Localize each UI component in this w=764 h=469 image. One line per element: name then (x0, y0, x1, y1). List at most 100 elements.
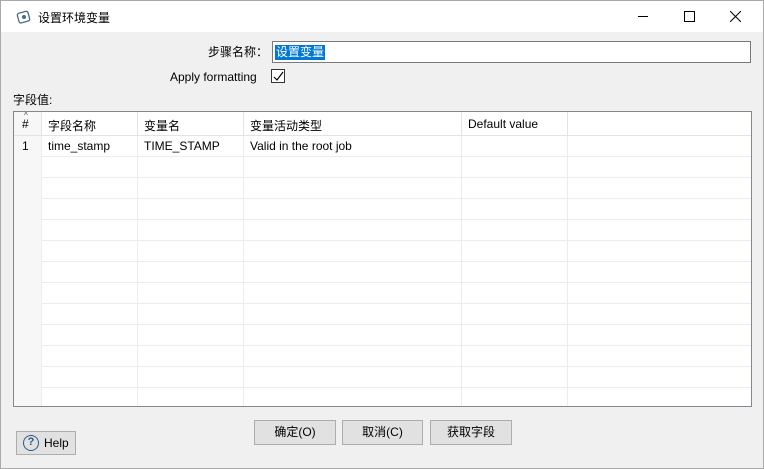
empty-cell (568, 283, 751, 304)
empty-cell (462, 283, 568, 304)
empty-cell (14, 241, 42, 262)
table-body: 1 time_stamp TIME_STAMP Valid in the roo… (14, 136, 751, 406)
empty-cell (138, 157, 244, 178)
empty-cell (42, 178, 138, 199)
empty-cell (244, 262, 462, 283)
empty-cell (244, 325, 462, 346)
empty-cell (568, 262, 751, 283)
empty-cell (42, 388, 138, 406)
empty-cell (42, 304, 138, 325)
empty-cell (14, 157, 42, 178)
empty-cell (568, 325, 751, 346)
sort-caret-icon: ^ (24, 111, 28, 120)
empty-cell (568, 304, 751, 325)
empty-cell (14, 325, 42, 346)
empty-cell (244, 346, 462, 367)
column-header-variable-scope[interactable]: 变量活动类型 (244, 112, 462, 136)
empty-cell (138, 325, 244, 346)
empty-cell (138, 367, 244, 388)
step-name-label: 步骤名称： (208, 45, 269, 59)
fields-label: 字段值: (13, 93, 53, 107)
empty-cell (244, 241, 462, 262)
empty-cell (568, 346, 751, 367)
empty-cell (138, 199, 244, 220)
empty-cell (42, 199, 138, 220)
column-header-field-name[interactable]: 字段名称 (42, 112, 138, 136)
empty-cell (14, 346, 42, 367)
empty-table-row (14, 388, 751, 406)
empty-cell (244, 283, 462, 304)
checkmark-icon (273, 71, 284, 81)
empty-cell (244, 304, 462, 325)
empty-cell (138, 283, 244, 304)
help-icon: ? (23, 435, 39, 451)
column-header-default-value[interactable]: Default value (462, 112, 568, 136)
empty-cell (14, 367, 42, 388)
empty-table-row (14, 220, 751, 241)
close-button[interactable] (712, 1, 758, 32)
empty-cell (138, 220, 244, 241)
step-name-value: 设置变量 (275, 45, 326, 60)
variable-scope-cell[interactable]: Valid in the root job (244, 136, 462, 157)
field-name-cell[interactable]: time_stamp (42, 136, 138, 157)
column-header-variable-name[interactable]: 变量名 (138, 112, 244, 136)
empty-cell (568, 157, 751, 178)
help-label: Help (44, 436, 69, 450)
empty-cell (568, 136, 751, 157)
empty-rows (14, 157, 751, 406)
empty-table-row (14, 199, 751, 220)
empty-cell (568, 199, 751, 220)
empty-table-row (14, 241, 751, 262)
empty-table-row (14, 178, 751, 199)
empty-cell (244, 199, 462, 220)
empty-cell (568, 367, 751, 388)
fields-table[interactable]: ^ # 字段名称 变量名 变量活动类型 Default value 1 time… (13, 111, 752, 407)
empty-cell (568, 388, 751, 406)
minimize-button[interactable] (620, 1, 666, 32)
empty-cell (138, 346, 244, 367)
empty-cell (462, 262, 568, 283)
empty-cell (14, 220, 42, 241)
empty-table-row (14, 283, 751, 304)
empty-cell (244, 367, 462, 388)
empty-cell (42, 346, 138, 367)
dialog-window: 设置环境变量 步骤名称： 设置变量 Apply formatting 字段值: … (0, 0, 764, 469)
close-icon (730, 11, 741, 22)
empty-cell (14, 304, 42, 325)
empty-table-row (14, 304, 751, 325)
row-index-cell: 1 (14, 136, 42, 157)
empty-cell (14, 199, 42, 220)
maximize-button[interactable] (666, 1, 712, 32)
empty-cell (138, 178, 244, 199)
empty-cell (14, 262, 42, 283)
empty-cell (42, 241, 138, 262)
apply-formatting-label: Apply formatting (170, 70, 257, 84)
empty-cell (138, 241, 244, 262)
empty-cell (462, 220, 568, 241)
step-name-input[interactable]: 设置变量 (272, 41, 751, 63)
empty-cell (42, 157, 138, 178)
default-value-cell[interactable] (462, 136, 568, 157)
ok-button[interactable]: 确定(O) (254, 420, 336, 445)
column-header-index[interactable]: ^ # (14, 112, 42, 136)
empty-cell (42, 262, 138, 283)
empty-table-row (14, 367, 751, 388)
get-fields-button[interactable]: 获取字段 (430, 420, 512, 445)
help-button[interactable]: ? Help (16, 431, 76, 455)
empty-cell (462, 346, 568, 367)
empty-cell (462, 241, 568, 262)
empty-cell (462, 367, 568, 388)
cancel-button[interactable]: 取消(C) (342, 420, 423, 445)
empty-cell (14, 388, 42, 406)
empty-cell (462, 199, 568, 220)
variable-name-cell[interactable]: TIME_STAMP (138, 136, 244, 157)
empty-cell (244, 388, 462, 406)
apply-formatting-checkbox[interactable] (271, 69, 285, 83)
empty-cell (138, 304, 244, 325)
empty-cell (462, 178, 568, 199)
empty-cell (42, 367, 138, 388)
empty-cell (462, 157, 568, 178)
table-header: ^ # 字段名称 变量名 变量活动类型 Default value (14, 112, 751, 136)
table-row[interactable]: 1 time_stamp TIME_STAMP Valid in the roo… (14, 136, 751, 157)
empty-cell (138, 262, 244, 283)
